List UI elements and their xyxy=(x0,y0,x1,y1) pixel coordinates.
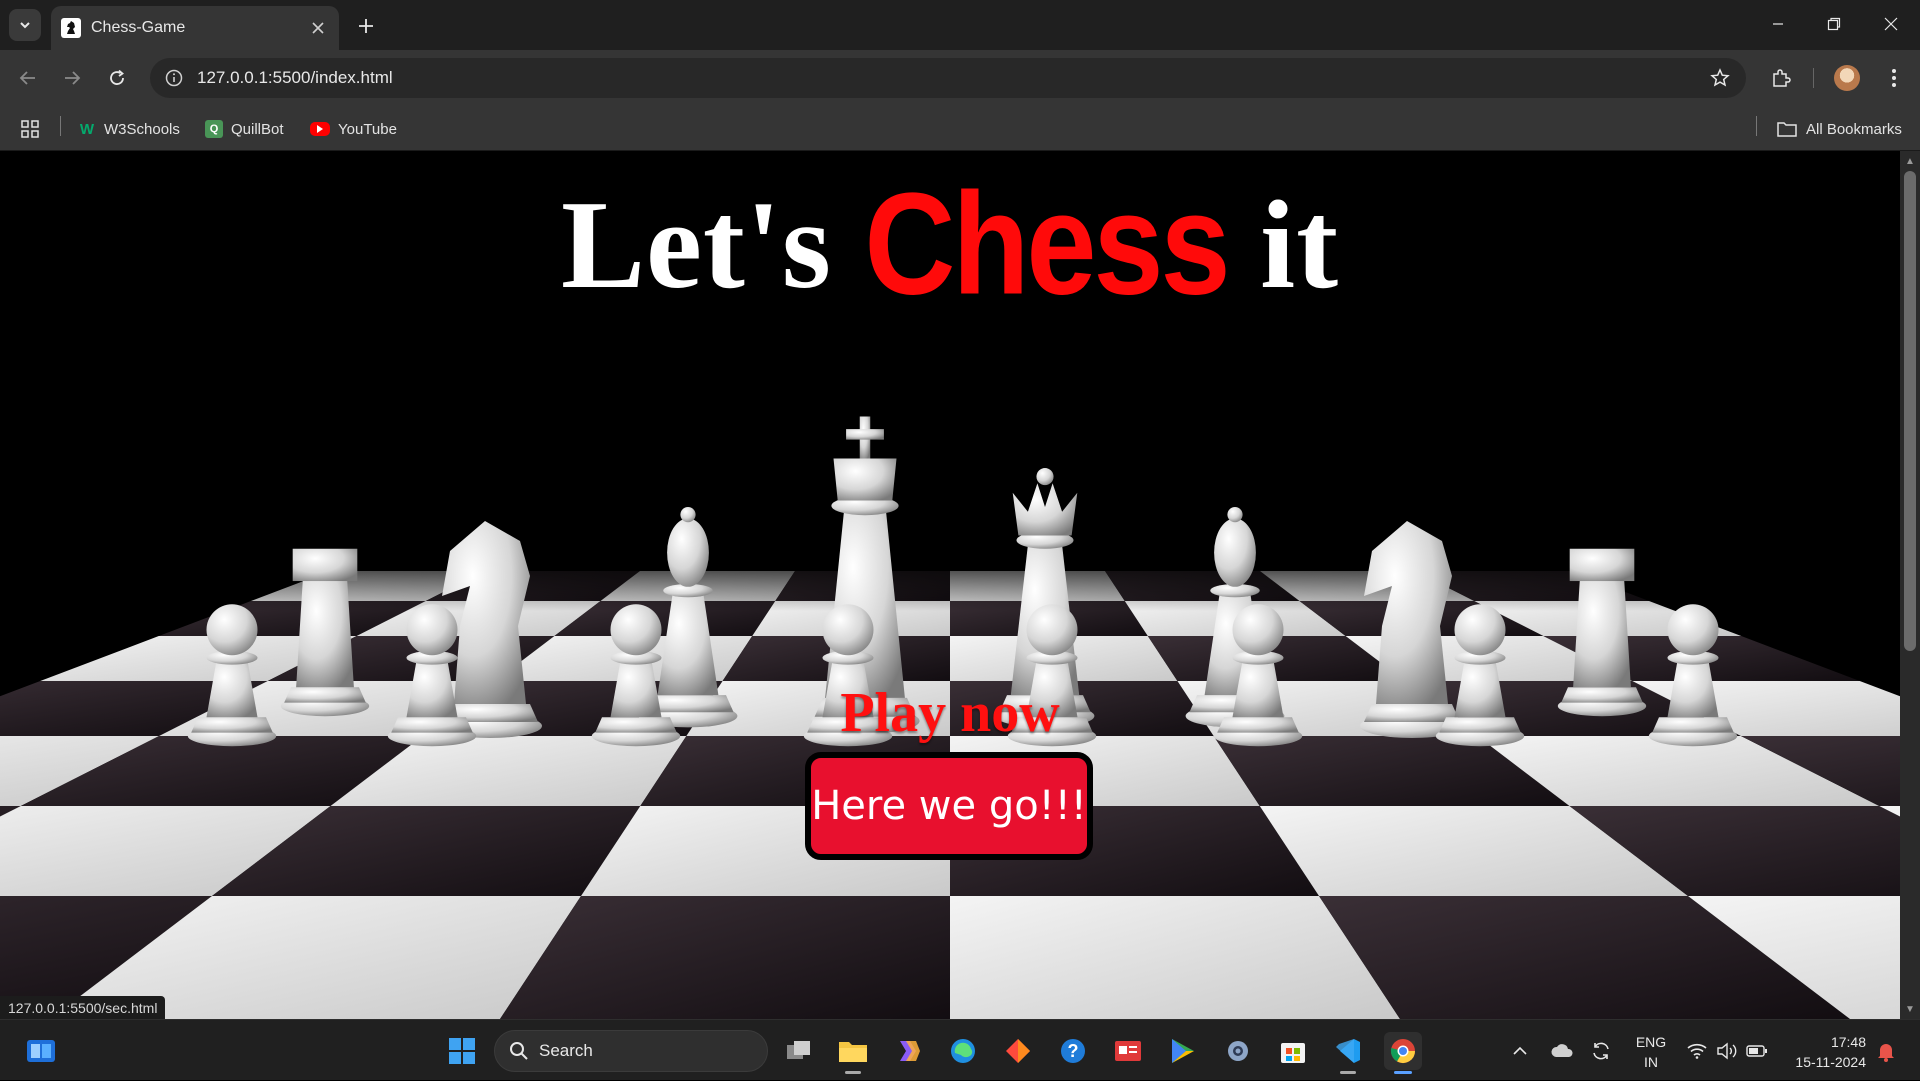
system-clock[interactable]: 17:48 15-11-2024 xyxy=(1780,1032,1866,1072)
help-icon[interactable]: ? xyxy=(1054,1032,1092,1070)
headline-suffix: it xyxy=(1227,176,1340,315)
restore-icon[interactable] xyxy=(1811,8,1857,40)
url-text[interactable]: 127.0.0.1:5500/index.html xyxy=(197,68,1700,88)
here-we-go-button[interactable]: Here we go!!! xyxy=(805,752,1093,860)
extensions-puzzle-icon[interactable] xyxy=(1765,62,1797,94)
vscode-icon[interactable] xyxy=(1329,1032,1367,1074)
back-arrow-icon[interactable] xyxy=(12,62,44,94)
scrollbar-thumb[interactable] xyxy=(1904,171,1916,651)
region-code: IN xyxy=(1644,1054,1658,1070)
toolbar-divider xyxy=(1813,68,1814,88)
quillbot-icon: Q xyxy=(205,120,223,138)
scroll-down-arrow-icon[interactable]: ▼ xyxy=(1904,1003,1916,1015)
file-explorer-icon[interactable] xyxy=(834,1032,872,1074)
taskbar-search-box[interactable]: Search xyxy=(494,1030,768,1072)
apps-grid-icon[interactable] xyxy=(20,116,40,142)
bookmark-label: W3Schools xyxy=(104,120,180,138)
address-bar[interactable]: 127.0.0.1:5500/index.html xyxy=(150,58,1746,98)
bookmark-quillbot[interactable]: Q QuillBot xyxy=(205,116,284,142)
new-tab-plus-icon[interactable] xyxy=(352,12,380,40)
onedrive-cloud-icon[interactable] xyxy=(1550,1020,1574,1081)
svg-text:?: ? xyxy=(1068,1041,1079,1061)
news-app-icon[interactable] xyxy=(1109,1032,1147,1070)
clock-time: 17:48 xyxy=(1830,1034,1866,1050)
page-headline: Let's Chess it xyxy=(0,162,1900,324)
windows-start-icon[interactable] xyxy=(443,1032,481,1070)
chrome-icon[interactable] xyxy=(1384,1032,1422,1074)
bookmark-w3schools[interactable]: W W3Schools xyxy=(78,116,180,142)
minimize-icon[interactable] xyxy=(1755,8,1801,40)
w3schools-icon: W xyxy=(79,120,95,138)
tab-title: Chess-Game xyxy=(91,19,186,36)
bookmark-label: YouTube xyxy=(338,120,397,138)
volume-icon[interactable] xyxy=(1716,1020,1738,1081)
reload-icon[interactable] xyxy=(101,62,133,94)
page-scrollbar[interactable]: ▲ ▼ xyxy=(1900,151,1920,1019)
youtube-icon xyxy=(310,122,330,136)
chevron-down-icon xyxy=(20,22,30,29)
task-view-icon[interactable] xyxy=(780,1032,818,1070)
microsoft-store-icon[interactable] xyxy=(1274,1032,1312,1070)
app-active-indicator xyxy=(1394,1071,1412,1074)
bookmark-star-icon[interactable] xyxy=(1700,58,1740,98)
bookmark-youtube[interactable]: YouTube xyxy=(310,116,397,142)
forward-arrow-icon[interactable] xyxy=(56,62,88,94)
edge-browser-icon[interactable] xyxy=(944,1032,982,1070)
search-placeholder: Search xyxy=(539,1041,593,1060)
app-running-indicator xyxy=(845,1071,861,1074)
sync-icon[interactable] xyxy=(1590,1020,1612,1081)
git-diamond-icon[interactable] xyxy=(999,1032,1037,1070)
copilot-icon[interactable] xyxy=(889,1032,927,1070)
bookmark-separator xyxy=(60,116,61,136)
scroll-up-arrow-icon[interactable]: ▲ xyxy=(1904,155,1916,167)
page-viewport: Let's Chess it Play now Here we go!!! 12… xyxy=(0,151,1900,1019)
search-icon xyxy=(510,1042,528,1060)
language-indicator[interactable]: ENG IN xyxy=(1628,1032,1674,1072)
language-code: ENG xyxy=(1635,1034,1667,1050)
close-window-icon[interactable] xyxy=(1868,8,1914,40)
windows-taskbar: Search ? ENG IN 17:48 15-11-2024 xyxy=(0,1019,1920,1080)
play-store-icon[interactable] xyxy=(1164,1032,1202,1070)
battery-icon[interactable] xyxy=(1746,1020,1768,1081)
menu-kebab-icon[interactable] xyxy=(1878,62,1910,94)
all-bookmarks[interactable]: All Bookmarks xyxy=(1777,116,1902,142)
headline-prefix: Let's xyxy=(560,176,865,315)
widgets-icon[interactable] xyxy=(22,1032,60,1070)
folder-icon xyxy=(1777,120,1797,138)
bookmark-label: QuillBot xyxy=(231,120,284,138)
show-hidden-icons-chevron-icon[interactable] xyxy=(1512,1020,1528,1081)
site-info-icon[interactable] xyxy=(154,58,194,98)
profile-avatar[interactable] xyxy=(1834,65,1860,91)
app-running-indicator xyxy=(1340,1071,1356,1074)
tab-close-icon[interactable] xyxy=(307,17,329,39)
bookmarks-bar: W W3Schools Q QuillBot YouTube All Bookm… xyxy=(0,106,1920,151)
headline-accent: Chess xyxy=(864,162,1230,325)
clock-date: 15-11-2024 xyxy=(1795,1054,1866,1070)
play-now-label: Play now xyxy=(840,682,1060,744)
browser-toolbar: 127.0.0.1:5500/index.html xyxy=(0,50,1920,106)
all-bookmarks-label: All Bookmarks xyxy=(1806,120,1902,138)
bookmark-separator xyxy=(1756,116,1757,136)
tab-strip: Chess-Game xyxy=(0,0,1920,50)
settings-gear-icon[interactable] xyxy=(1219,1032,1257,1070)
tab-chess-game[interactable]: Chess-Game xyxy=(51,6,339,50)
wifi-icon[interactable] xyxy=(1687,1020,1707,1081)
chess-knight-favicon-icon xyxy=(61,18,81,38)
status-bar-url: 127.0.0.1:5500/sec.html xyxy=(0,996,166,1019)
notification-bell-icon[interactable] xyxy=(1876,1020,1896,1081)
tab-search-button[interactable] xyxy=(9,9,41,41)
